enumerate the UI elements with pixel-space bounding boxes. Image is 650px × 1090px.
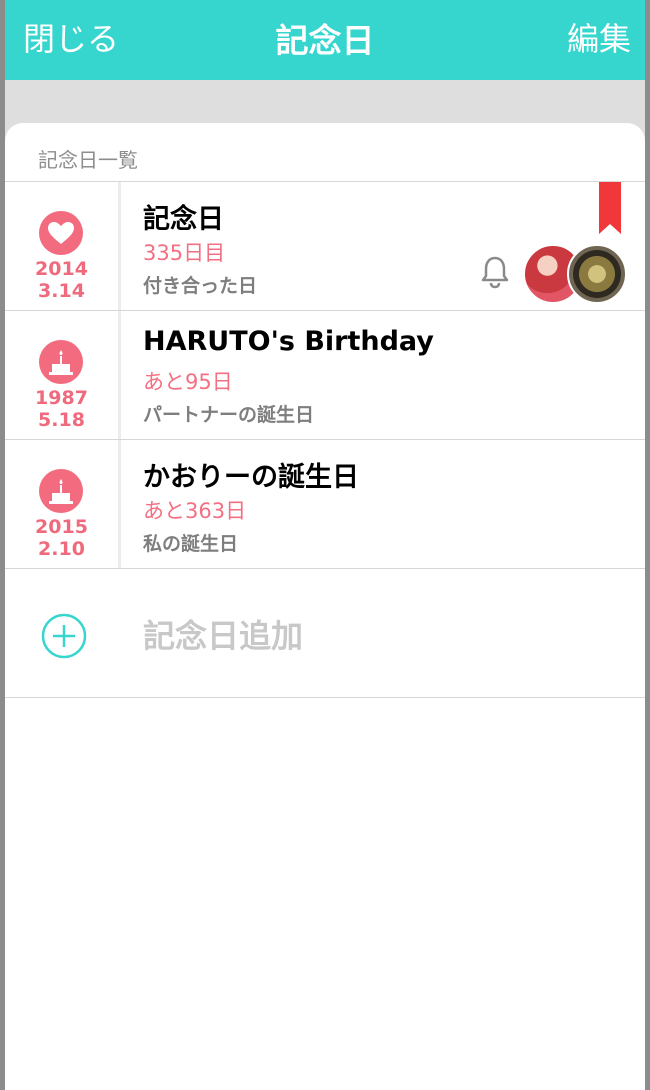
row-day-count: あと363日 <box>143 499 247 523</box>
row-month-day: 5.18 <box>38 409 85 431</box>
row-date-column: 2015 2.10 <box>5 440 121 568</box>
row-year: 2015 <box>35 516 88 538</box>
row-title: 記念日 <box>143 204 224 235</box>
row-date: 2015 2.10 <box>5 516 118 560</box>
anniversary-sheet: 記念日一覧 2014 3.14 記念日 335日目 付き合った日 1987 5.… <box>5 123 645 1090</box>
add-anniversary-button[interactable]: 記念日追加 <box>5 569 645 698</box>
add-anniversary-label: 記念日追加 <box>143 617 304 655</box>
row-year: 1987 <box>35 387 88 409</box>
row-month-day: 2.10 <box>38 538 85 560</box>
row-day-count: あと95日 <box>143 370 233 394</box>
row-day-count: 335日目 <box>143 241 226 265</box>
anniversary-row[interactable]: 1987 5.18 HARUTO's Birthday あと95日 パートナーの… <box>5 311 645 440</box>
cake-icon <box>39 469 83 513</box>
navigation-bar: 閉じる 記念日 編集 <box>5 0 645 80</box>
row-title: かおりーの誕生日 <box>143 462 359 493</box>
row-subtitle: パートナーの誕生日 <box>143 404 315 426</box>
row-month-day: 3.14 <box>38 280 85 302</box>
row-date: 1987 5.18 <box>5 387 118 431</box>
row-subtitle: 付き合った日 <box>143 275 258 297</box>
row-date-column: 2014 3.14 <box>5 182 121 310</box>
bookmark-icon <box>599 182 621 234</box>
anniversary-row[interactable]: 2015 2.10 かおりーの誕生日 あと363日 私の誕生日 <box>5 440 645 569</box>
anniversary-row[interactable]: 2014 3.14 記念日 335日目 付き合った日 <box>5 182 645 311</box>
row-title: HARUTO's Birthday <box>143 326 434 357</box>
cake-icon <box>39 340 83 384</box>
plus-circle-icon <box>41 613 87 659</box>
page-title: 記念日 <box>275 21 375 60</box>
food-avatar <box>567 244 627 304</box>
heart-icon <box>39 211 83 255</box>
row-year: 2014 <box>35 258 88 280</box>
bell-icon[interactable] <box>480 255 510 289</box>
row-date-column: 1987 5.18 <box>5 311 121 439</box>
section-header: 記念日一覧 <box>5 123 645 182</box>
row-date: 2014 3.14 <box>5 258 118 302</box>
app-screen: 閉じる 記念日 編集 記念日一覧 2014 3.14 記念日 335日目 付き合… <box>5 0 645 1090</box>
edit-button[interactable]: 編集 <box>567 14 631 60</box>
row-subtitle: 私の誕生日 <box>143 533 239 555</box>
